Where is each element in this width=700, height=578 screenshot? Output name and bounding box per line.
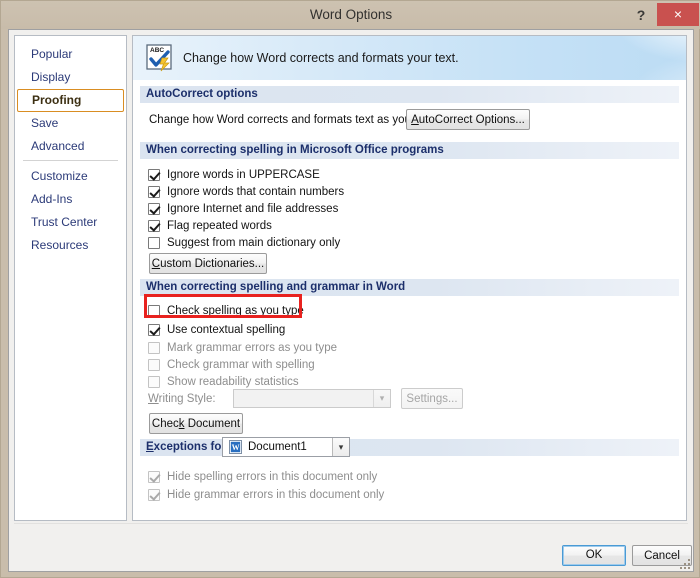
section-header-exceptions-text: xceptions for:: [153, 441, 230, 453]
footer-divider: [14, 523, 688, 524]
sidebar-item-label: Trust Center: [31, 215, 98, 229]
checkbox-check-spelling-as-you-type[interactable]: Check spelling as you type: [148, 302, 304, 319]
cancel-button-label: Cancel: [644, 550, 680, 562]
checkbox-ignore-uppercase[interactable]: Ignore words in UPPERCASE: [148, 166, 320, 183]
custom-dictionaries-button-label: ustom Dictionaries...: [160, 258, 265, 270]
check-document-button-label-2: Document: [184, 418, 241, 430]
sidebar-item-label: Add-Ins: [31, 192, 73, 206]
help-button[interactable]: ?: [629, 3, 653, 27]
checkbox-box: [148, 488, 160, 501]
sidebar-item-proofing[interactable]: Proofing: [17, 89, 124, 112]
checkbox-ignore-internet-file-addresses[interactable]: Ignore Internet and file addresses: [148, 200, 338, 217]
sidebar-item-resources[interactable]: Resources: [17, 234, 124, 257]
writing-style-label-text: riting Style:: [158, 393, 216, 405]
ok-button[interactable]: OK: [562, 545, 626, 566]
resize-grip-icon[interactable]: [679, 558, 691, 570]
checkbox-box: [148, 341, 160, 354]
checkbox-label: Show readability statistics: [167, 375, 299, 388]
accelerator-letter: W: [148, 393, 159, 405]
checkbox-flag-repeated-words[interactable]: Flag repeated words: [148, 217, 272, 234]
checkbox-label: Hide grammar errors in this document onl…: [167, 488, 385, 501]
checkbox-box[interactable]: [148, 304, 160, 317]
check-document-button[interactable]: Check Document: [149, 413, 243, 434]
checkbox-box[interactable]: [148, 236, 160, 249]
sidebar-item-display[interactable]: Display: [17, 66, 124, 89]
checkbox-hide-grammar-errors: Hide grammar errors in this document onl…: [148, 486, 384, 503]
svg-text:W: W: [232, 443, 240, 452]
panel-header-text: Change how Word corrects and formats you…: [183, 51, 459, 65]
checkbox-box: [148, 470, 160, 483]
check-document-button-label: Chec: [151, 418, 179, 430]
checkbox-box[interactable]: [148, 185, 160, 198]
writing-style-label: Writing Style:: [148, 393, 216, 405]
checkbox-suggest-main-dictionary-only[interactable]: Suggest from main dictionary only: [148, 234, 340, 251]
sidebar-item-label: Advanced: [31, 139, 85, 153]
checkbox-box[interactable]: [148, 202, 160, 215]
sidebar-item-label: Popular: [31, 47, 73, 61]
checkbox-label: Ignore words that contain numbers: [167, 185, 345, 198]
checkbox-label: Use contextual spelling: [167, 323, 286, 336]
sidebar-item-save[interactable]: Save: [17, 112, 124, 135]
sidebar-item-label: Proofing: [32, 93, 82, 107]
sidebar-item-popular[interactable]: Popular: [17, 43, 124, 66]
checkbox-box[interactable]: [148, 219, 160, 232]
section-header-word-spelling: When correcting spelling and grammar in …: [140, 279, 679, 296]
accelerator-letter: C: [151, 258, 161, 270]
checkbox-label: Hide spelling errors in this document on…: [167, 470, 378, 483]
autocorrect-description: Change how Word corrects and formats tex…: [149, 114, 439, 126]
sidebar-item-add-ins[interactable]: Add-Ins: [17, 188, 124, 211]
word-options-dialog: Word Options ? × Popular Display Proofin…: [0, 0, 700, 578]
accelerator-letter: E: [146, 441, 154, 453]
settings-button-label: Settings...: [406, 393, 458, 405]
autocorrect-options-button[interactable]: AutoCorrect Options...: [406, 109, 530, 130]
section-header-exceptions: Exceptions for:: [140, 439, 679, 456]
checkbox-box: [148, 375, 160, 388]
window-title: Word Options: [309, 7, 393, 22]
abc-spellcheck-icon: ABC: [146, 44, 172, 72]
checkbox-box: [148, 358, 160, 371]
accelerator-letter: A: [411, 114, 419, 126]
word-document-icon: W: [229, 440, 242, 454]
checkbox-use-contextual-spelling[interactable]: Use contextual spelling: [148, 321, 285, 338]
checkbox-box[interactable]: [148, 168, 160, 181]
options-category-list: Popular Display Proofing Save Advanced C…: [14, 35, 127, 521]
proofing-options-panel: ABC Change how Word corrects and formats…: [132, 35, 687, 521]
title-bar: Word Options ? ×: [1, 1, 700, 29]
sidebar-item-label: Resources: [31, 238, 89, 252]
checkbox-label: Check grammar with spelling: [167, 358, 315, 371]
checkbox-ignore-numbers[interactable]: Ignore words that contain numbers: [148, 183, 344, 200]
settings-button: Settings...: [401, 388, 463, 409]
section-header-office-spelling: When correcting spelling in Microsoft Of…: [140, 142, 679, 159]
checkbox-label: Check spelling as you type: [167, 304, 304, 317]
sidebar-item-label: Customize: [31, 169, 88, 183]
ok-button-label: OK: [585, 549, 603, 561]
exceptions-document-value: Document1: [248, 441, 307, 453]
custom-dictionaries-button[interactable]: Custom Dictionaries...: [149, 253, 267, 274]
sidebar-item-trust-center[interactable]: Trust Center: [17, 211, 124, 234]
checkbox-show-readability-statistics: Show readability statistics: [148, 373, 299, 390]
checkbox-check-grammar-with-spelling: Check grammar with spelling: [148, 356, 315, 373]
section-header-autocorrect: AutoCorrect options: [140, 86, 679, 103]
sidebar-item-label: Save: [31, 116, 59, 130]
checkbox-label: Suggest from main dictionary only: [167, 236, 341, 249]
checkbox-label: Ignore words in UPPERCASE: [167, 168, 320, 181]
sidebar-item-advanced[interactable]: Advanced: [17, 135, 124, 158]
sidebar-item-label: Display: [31, 70, 71, 84]
chevron-down-icon: ▾: [373, 390, 390, 407]
checkbox-box[interactable]: [148, 323, 160, 336]
checkbox-mark-grammar-errors: Mark grammar errors as you type: [148, 339, 337, 356]
exceptions-document-dropdown[interactable]: W Document1 ▾: [222, 437, 350, 457]
checkbox-label: Flag repeated words: [167, 219, 272, 232]
checkbox-label: Mark grammar errors as you type: [167, 341, 337, 354]
checkbox-hide-spelling-errors: Hide spelling errors in this document on…: [148, 468, 377, 485]
writing-style-dropdown: ▾: [233, 389, 391, 408]
chevron-down-icon[interactable]: ▾: [332, 438, 349, 456]
panel-header-banner: ABC Change how Word corrects and formats…: [133, 36, 686, 80]
svg-text:ABC: ABC: [150, 47, 164, 54]
checkbox-label: Ignore Internet and file addresses: [167, 202, 339, 215]
sidebar-item-customize[interactable]: Customize: [17, 165, 124, 188]
close-button[interactable]: ×: [657, 3, 699, 26]
sidebar-divider: [23, 160, 118, 161]
autocorrect-options-button-label: utoCorrect Options...: [418, 114, 525, 126]
